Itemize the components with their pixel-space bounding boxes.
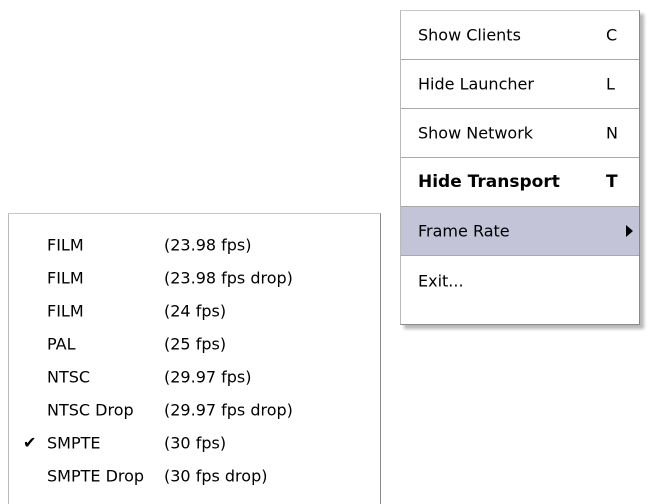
menu-item-label: Exit... — [418, 271, 464, 290]
frame-rate-value: (25 fps) — [164, 334, 227, 353]
frame-rate-value: (29.97 fps) — [164, 367, 252, 386]
frame-rate-name: SMPTE Drop — [47, 466, 145, 485]
menu-item-hide-transport[interactable]: Hide Transport T — [401, 158, 639, 207]
frame-rate-value: (23.98 fps) — [164, 235, 252, 254]
frame-rate-item-film-24[interactable]: FILM (24 fps) — [9, 294, 380, 327]
frame-rate-value: (30 fps) — [164, 433, 227, 452]
menu-item-label: Hide Transport — [418, 172, 560, 192]
frame-rate-name: NTSC Drop — [47, 400, 134, 419]
menu-item-show-clients[interactable]: Show Clients C — [401, 11, 639, 60]
frame-rate-value: (23.98 fps drop) — [164, 268, 293, 287]
menu-item-exit[interactable]: Exit... — [401, 256, 639, 305]
frame-rate-name: FILM — [47, 268, 84, 287]
chevron-right-icon — [626, 225, 633, 237]
menu-item-shortcut: C — [606, 25, 618, 45]
menu-item-show-network[interactable]: Show Network N — [401, 109, 639, 158]
menu-item-hide-launcher[interactable]: Hide Launcher L — [401, 60, 639, 109]
context-menu: Show Clients C Hide Launcher L Show Netw… — [400, 10, 640, 325]
checkmark-icon: ✔ — [23, 432, 37, 452]
frame-rate-name: PAL — [47, 334, 76, 353]
frame-rate-name: SMPTE — [47, 433, 101, 452]
frame-rate-submenu: FILM (23.98 fps) FILM (23.98 fps drop) F… — [8, 213, 381, 504]
frame-rate-item-film-23976-drop[interactable]: FILM (23.98 fps drop) — [9, 261, 380, 294]
menu-item-shortcut: L — [606, 74, 615, 94]
frame-rate-name: NTSC — [47, 367, 91, 386]
menu-item-label: Show Clients — [418, 25, 521, 45]
menu-item-label: Show Network — [418, 123, 534, 143]
frame-rate-item-ntsc-2997[interactable]: NTSC (29.97 fps) — [9, 360, 380, 393]
menu-item-label: Frame Rate — [418, 221, 510, 241]
menu-item-shortcut: N — [606, 123, 618, 143]
menu-item-label: Hide Launcher — [418, 74, 534, 94]
frame-rate-item-smpte-30[interactable]: ✔ SMPTE (30 fps) — [9, 426, 380, 459]
frame-rate-item-film-23976[interactable]: FILM (23.98 fps) — [9, 228, 380, 261]
frame-rate-item-pal-25[interactable]: PAL (25 fps) — [9, 327, 380, 360]
frame-rate-item-smpte-drop[interactable]: SMPTE Drop (30 fps drop) — [9, 459, 380, 492]
frame-rate-name: FILM — [47, 235, 84, 254]
frame-rate-value: (30 fps drop) — [164, 466, 268, 485]
menu-item-frame-rate[interactable]: Frame Rate — [401, 207, 639, 256]
frame-rate-name: FILM — [47, 301, 84, 320]
frame-rate-value: (29.97 fps drop) — [164, 400, 293, 419]
frame-rate-value: (24 fps) — [164, 301, 227, 320]
menu-item-shortcut: T — [606, 172, 618, 192]
frame-rate-item-ntsc-drop[interactable]: NTSC Drop (29.97 fps drop) — [9, 393, 380, 426]
